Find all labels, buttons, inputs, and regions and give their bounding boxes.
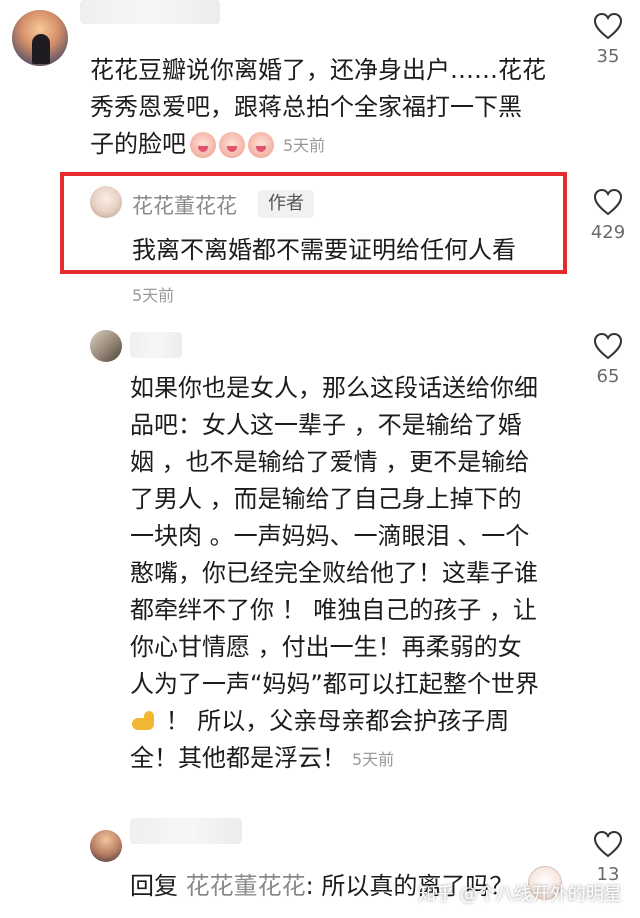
- timestamp: 5天前: [283, 135, 326, 155]
- comment-body: 花花豆瓣说你离婚了，还净身出户……花花 秀秀恩爱吧，跟蒋总拍个全家福打一下黑 子…: [90, 56, 546, 158]
- pig-emoji-icon: [248, 132, 274, 158]
- pig-emoji-icon: [219, 132, 245, 158]
- flexed-bicep-icon: [130, 710, 158, 734]
- watermark: 知乎 @个八线开外的明星: [418, 884, 622, 905]
- comment-feed: 花花豆瓣说你离婚了，还净身出户……花花 秀秀恩爱吧，跟蒋总拍个全家福打一下黑 子…: [0, 0, 640, 918]
- heart-icon: [593, 188, 623, 216]
- reply-username[interactable]: 花花董花花: [186, 872, 306, 900]
- username-blurred[interactable]: [130, 818, 242, 844]
- author-badge: 作者: [258, 190, 314, 218]
- heart-icon: [593, 12, 623, 40]
- avatar[interactable]: [12, 10, 68, 66]
- timestamp: 5天前: [132, 286, 175, 305]
- comment-body: 如果你也是女人，那么这段话送给你细 品吧：女人这一辈子 ，不是输给了婚 姻 ，也…: [130, 374, 539, 772]
- username-blurred[interactable]: [130, 332, 182, 358]
- timestamp: 5天前: [352, 749, 395, 769]
- like-count: 429: [590, 222, 626, 243]
- avatar[interactable]: [90, 330, 122, 362]
- like-count: 35: [596, 46, 620, 67]
- heart-icon: [593, 332, 623, 360]
- comment-body: 我离不离婚都不需要证明给任何人看: [132, 236, 516, 264]
- avatar[interactable]: [90, 186, 122, 218]
- like-button[interactable]: 13: [578, 830, 638, 885]
- like-button[interactable]: 65: [578, 332, 638, 387]
- like-button[interactable]: 35: [578, 12, 638, 67]
- pig-emoji-icon: [190, 132, 216, 158]
- heart-icon: [593, 830, 623, 858]
- like-button[interactable]: 429: [578, 188, 638, 243]
- username-blurred[interactable]: [80, 0, 220, 24]
- avatar[interactable]: [90, 830, 122, 862]
- like-count: 65: [596, 366, 620, 387]
- username[interactable]: 花花董花花: [132, 190, 237, 220]
